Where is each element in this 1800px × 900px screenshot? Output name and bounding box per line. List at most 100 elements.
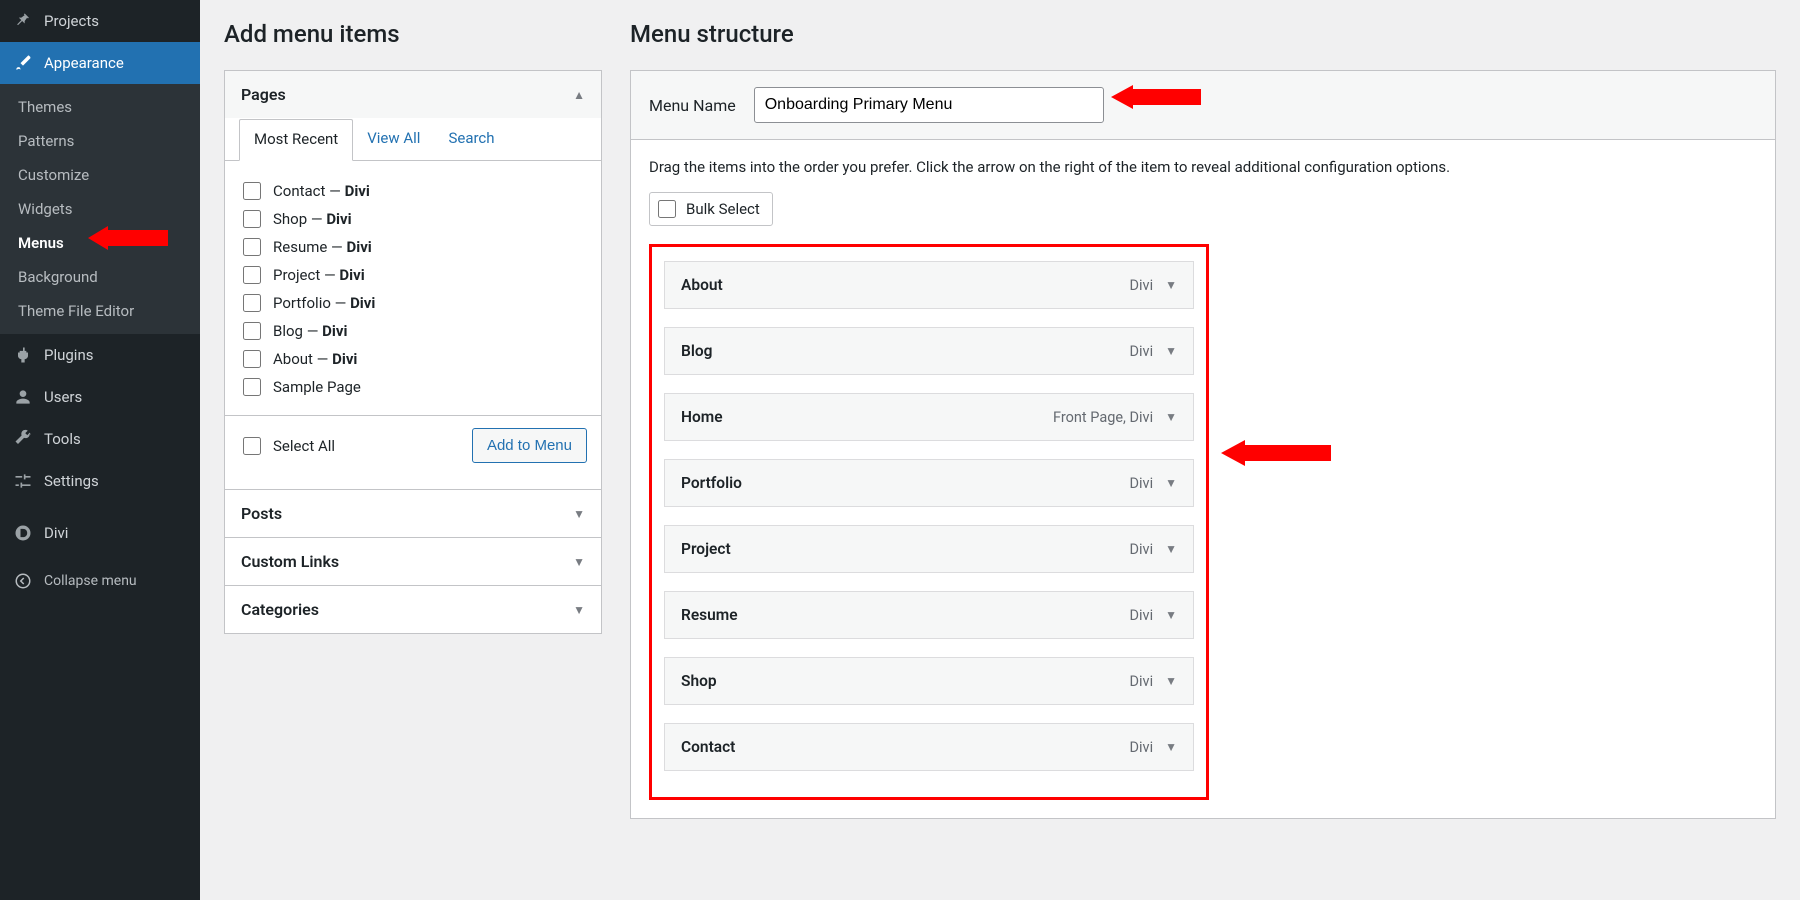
sidebar-sub-background[interactable]: Background bbox=[0, 260, 200, 294]
sliders-icon bbox=[12, 470, 34, 492]
tab-view-all[interactable]: View All bbox=[353, 119, 434, 161]
caret-down-icon[interactable]: ▼ bbox=[1165, 476, 1177, 490]
sidebar-label: Settings bbox=[44, 472, 99, 490]
page-name: Sample Page bbox=[273, 378, 361, 396]
metabox-posts-title: Posts bbox=[241, 504, 282, 523]
page-checkbox[interactable] bbox=[243, 350, 261, 368]
sidebar-submenu-appearance: Themes Patterns Customize Widgets Menus … bbox=[0, 84, 200, 334]
page-checkbox[interactable] bbox=[243, 294, 261, 312]
pin-icon bbox=[12, 10, 34, 32]
metabox-categories: Categories ▼ bbox=[224, 586, 602, 634]
page-row[interactable]: Sample Page bbox=[243, 373, 587, 401]
caret-down-icon[interactable]: ▼ bbox=[1165, 608, 1177, 622]
tab-most-recent[interactable]: Most Recent bbox=[239, 119, 353, 161]
menu-items-list: AboutDivi▼BlogDivi▼HomeFront Page, Divi▼… bbox=[649, 244, 1209, 800]
menu-structure-body: Drag the items into the order you prefer… bbox=[630, 140, 1776, 819]
menu-item[interactable]: ShopDivi▼ bbox=[664, 657, 1194, 705]
menu-item-title: Project bbox=[681, 540, 731, 558]
metabox-custom-links-header[interactable]: Custom Links ▼ bbox=[225, 538, 601, 585]
tab-search[interactable]: Search bbox=[434, 119, 508, 161]
collapse-icon bbox=[12, 570, 34, 592]
page-suffix: Divi bbox=[339, 266, 364, 284]
menu-item[interactable]: HomeFront Page, Divi▼ bbox=[664, 393, 1194, 441]
caret-down-icon[interactable]: ▼ bbox=[1165, 542, 1177, 556]
caret-down-icon[interactable]: ▼ bbox=[1165, 278, 1177, 292]
menu-instructions: Drag the items into the order you prefer… bbox=[649, 158, 1757, 176]
page-row[interactable]: Contact — Divi bbox=[243, 177, 587, 205]
menu-structure-column: Menu structure Menu Name Drag the items … bbox=[630, 0, 1776, 819]
page-checkbox[interactable] bbox=[243, 182, 261, 200]
menu-name-input[interactable] bbox=[754, 87, 1104, 123]
page-row[interactable]: Shop — Divi bbox=[243, 205, 587, 233]
sidebar-collapse-button[interactable]: Collapse menu bbox=[0, 560, 200, 602]
menu-item-title: About bbox=[681, 276, 723, 294]
caret-down-icon[interactable]: ▼ bbox=[1165, 740, 1177, 754]
caret-down-icon: ▼ bbox=[573, 507, 585, 521]
menu-item[interactable]: ContactDivi▼ bbox=[664, 723, 1194, 771]
sidebar-sub-theme-file-editor[interactable]: Theme File Editor bbox=[0, 294, 200, 328]
sidebar-item-plugins[interactable]: Plugins bbox=[0, 334, 200, 376]
select-all-checkbox[interactable] bbox=[243, 437, 261, 455]
pages-tabs: Most Recent View All Search bbox=[225, 118, 601, 161]
sidebar-item-appearance[interactable]: Appearance bbox=[0, 42, 200, 84]
pages-list[interactable]: Contact — Divi Shop — Divi Resume — Divi… bbox=[225, 171, 601, 407]
metabox-pages-body: Most Recent View All Search Contact — Di… bbox=[225, 118, 601, 489]
page-row[interactable]: Portfolio — Divi bbox=[243, 289, 587, 317]
page-suffix: Divi bbox=[326, 210, 351, 228]
divi-icon bbox=[12, 522, 34, 544]
menu-item[interactable]: Blog Divi ▼ bbox=[664, 327, 1194, 375]
page-row[interactable]: About — Divi bbox=[243, 345, 587, 373]
sidebar-item-users[interactable]: Users bbox=[0, 376, 200, 418]
metabox-pages-footer: Select All Add to Menu bbox=[225, 415, 601, 477]
menu-item[interactable]: AboutDivi▼ bbox=[664, 261, 1194, 309]
wrench-icon bbox=[12, 428, 34, 450]
page-checkbox[interactable] bbox=[243, 266, 261, 284]
page-suffix: Divi bbox=[346, 238, 371, 256]
menu-structure-heading: Menu structure bbox=[630, 20, 1776, 48]
metabox-categories-header[interactable]: Categories ▼ bbox=[225, 586, 601, 633]
menu-item[interactable]: ProjectDivi▼ bbox=[664, 525, 1194, 573]
caret-down-icon[interactable]: ▼ bbox=[1165, 410, 1177, 424]
bulk-select[interactable]: Bulk Select bbox=[649, 192, 773, 226]
metabox-pages-header[interactable]: Pages ▲ bbox=[225, 71, 601, 118]
page-name: Contact bbox=[273, 182, 325, 200]
caret-up-icon: ▲ bbox=[573, 88, 585, 102]
sidebar-sub-menus[interactable]: Menus bbox=[0, 226, 200, 260]
page-checkbox[interactable] bbox=[243, 378, 261, 396]
menu-item[interactable]: ResumeDivi▼ bbox=[664, 591, 1194, 639]
menu-item-title: Contact bbox=[681, 738, 735, 756]
sidebar-label: Tools bbox=[44, 430, 81, 448]
menu-item-title: Blog bbox=[681, 342, 712, 360]
page-row[interactable]: Project — Divi bbox=[243, 261, 587, 289]
sidebar-label: Divi bbox=[44, 524, 68, 542]
add-menu-items-column: Add menu items Pages ▲ Most Recent View … bbox=[224, 0, 602, 819]
select-all-label: Select All bbox=[273, 437, 335, 455]
sidebar-item-settings[interactable]: Settings bbox=[0, 460, 200, 502]
select-all[interactable]: Select All bbox=[243, 437, 335, 455]
sidebar-sub-widgets[interactable]: Widgets bbox=[0, 192, 200, 226]
menu-item[interactable]: PortfolioDivi▼ bbox=[664, 459, 1194, 507]
page-row[interactable]: Resume — Divi bbox=[243, 233, 587, 261]
menu-item-type: Divi bbox=[1130, 343, 1154, 360]
sidebar-sub-customize[interactable]: Customize bbox=[0, 158, 200, 192]
main-content: Add menu items Pages ▲ Most Recent View … bbox=[200, 0, 1800, 900]
caret-down-icon[interactable]: ▼ bbox=[1165, 344, 1177, 358]
sidebar-item-divi[interactable]: Divi bbox=[0, 512, 200, 554]
page-checkbox[interactable] bbox=[243, 322, 261, 340]
page-checkbox[interactable] bbox=[243, 210, 261, 228]
sidebar-sub-themes[interactable]: Themes bbox=[0, 90, 200, 124]
page-row[interactable]: Blog — Divi bbox=[243, 317, 587, 345]
page-name: Project bbox=[273, 266, 320, 284]
add-to-menu-button[interactable]: Add to Menu bbox=[472, 428, 587, 463]
sidebar-sub-patterns[interactable]: Patterns bbox=[0, 124, 200, 158]
bulk-select-checkbox[interactable] bbox=[658, 200, 676, 218]
page-checkbox[interactable] bbox=[243, 238, 261, 256]
sidebar-item-tools[interactable]: Tools bbox=[0, 418, 200, 460]
sidebar-label: Plugins bbox=[44, 346, 93, 364]
metabox-posts-header[interactable]: Posts ▼ bbox=[225, 490, 601, 537]
caret-down-icon[interactable]: ▼ bbox=[1165, 674, 1177, 688]
sidebar-item-projects[interactable]: Projects bbox=[0, 0, 200, 42]
menu-item-type: Divi bbox=[1130, 475, 1154, 492]
metabox-categories-title: Categories bbox=[241, 600, 319, 619]
sidebar-collapse-label: Collapse menu bbox=[44, 573, 137, 589]
